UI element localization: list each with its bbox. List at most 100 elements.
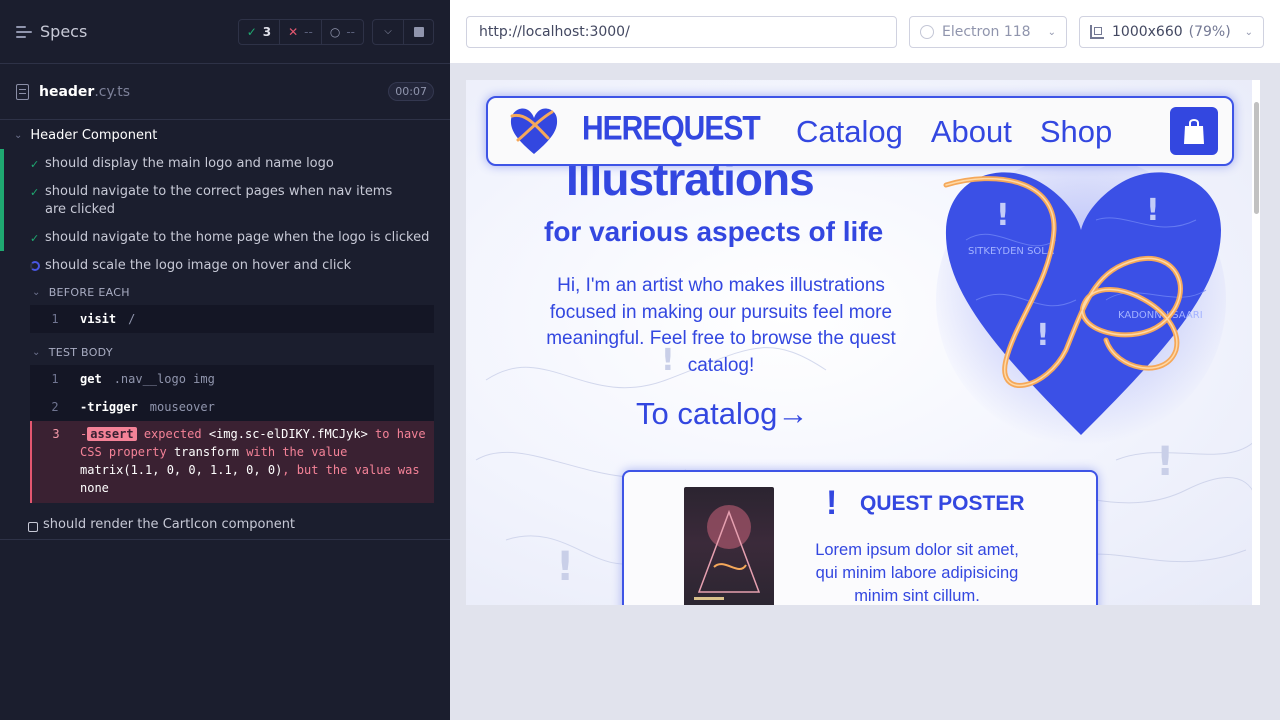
square-icon: [28, 521, 38, 532]
preview-toolbar: http://localhost:3000/ Electron 118 ⌄ 10…: [450, 0, 1280, 64]
nav-shop[interactable]: Shop: [1040, 114, 1112, 150]
specs-title[interactable]: Specs: [40, 22, 238, 41]
brand-name-logo[interactable]: HEREQUEST: [582, 109, 761, 148]
command-arg: mouseover: [149, 400, 215, 414]
scrollbar-thumb[interactable]: [1254, 102, 1259, 214]
viewport-zoom: (79%): [1188, 24, 1231, 40]
reporter-header: Specs ✓ 3 ✕ -- ○ -- ⌵: [0, 0, 450, 64]
command-line-number: 1: [51, 312, 59, 326]
x-icon: ✕: [288, 24, 299, 39]
test-item[interactable]: ✓ should display the main logo and name …: [0, 149, 450, 177]
hero-description: Hi, I'm an artist who makes illustration…: [546, 275, 896, 376]
failed-assertion-row[interactable]: 3 - assert expected <img.sc-elDIKY.fMCJyk…: [30, 421, 434, 503]
viewport-size: 1000x660: [1112, 24, 1183, 40]
passed-stat: ✓ 3: [239, 20, 279, 44]
suite-header[interactable]: ⌄ Header Component: [0, 121, 450, 149]
nav-about[interactable]: About: [931, 114, 1012, 150]
quest-poster-image[interactable]: [684, 487, 774, 605]
test-item[interactable]: ✓ should navigate to the home page when …: [0, 223, 450, 251]
test-item-running[interactable]: should scale the logo image on hover and…: [0, 251, 450, 279]
chevron-down-icon: ⌄: [32, 346, 41, 358]
exclamation-icon: !: [826, 484, 838, 522]
spec-file-ext: .cy.ts: [94, 83, 131, 100]
check-icon: ✓: [30, 186, 40, 199]
chevron-down-icon: ⌄: [14, 129, 23, 141]
command-row[interactable]: 1 visit /: [30, 305, 434, 333]
chevron-down-icon: ⌵: [384, 26, 392, 37]
quest-card[interactable]: ! QUEST POSTER Lorem ipsum dolor sit ame…: [622, 470, 1098, 605]
shopping-bag-icon: [1184, 119, 1204, 144]
cart-button[interactable]: [1170, 107, 1218, 155]
card-title: QUEST POSTER: [860, 492, 1025, 515]
command-name: get: [80, 372, 102, 386]
command-row[interactable]: 1 get .nav__logo img: [30, 365, 434, 393]
command-line-number: 3: [52, 427, 60, 441]
spec-file-name: header: [39, 83, 95, 100]
test-body-label: TEST BODY: [48, 345, 113, 359]
test-title: should render the CartIcon component: [43, 517, 296, 532]
passed-count: 3: [262, 24, 272, 39]
pending-stat: ○ --: [320, 19, 363, 44]
assertion-error-text: - assert expected <img.sc-elDIKY.fMCJyk> …: [80, 427, 426, 495]
chevron-down-icon: ⌄: [1244, 26, 1253, 38]
check-icon: ✓: [30, 232, 40, 245]
test-title: should navigate to the home page when th…: [45, 230, 430, 245]
card-description: Lorem ipsum dolor sit amet, qui minim la…: [815, 541, 1019, 605]
command-arg: .nav__logo img: [113, 372, 215, 386]
command-row[interactable]: 2 -trigger mouseover: [30, 393, 434, 421]
failed-count: --: [304, 24, 313, 39]
app-preview[interactable]: ! ! ! SITKEYDEN SOLA KADONNU SAARI ! ! !…: [466, 80, 1260, 605]
command-line-number: 2: [51, 400, 59, 414]
to-catalog-link[interactable]: To catalog→: [636, 396, 808, 432]
nav-catalog[interactable]: Catalog: [796, 114, 903, 150]
document-icon: [16, 83, 29, 100]
test-item[interactable]: ✓ should navigate to the correct pages w…: [0, 177, 450, 223]
failed-stat: ✕ --: [279, 19, 321, 44]
run-duration: 00:07: [388, 82, 434, 101]
scrollbar[interactable]: [1252, 80, 1260, 605]
before-each-label: BEFORE EACH: [48, 285, 130, 299]
stop-button[interactable]: [403, 19, 433, 44]
browser-label: Electron 118: [942, 24, 1031, 40]
svg-text:!: !: [1146, 193, 1160, 228]
logo-heart-image[interactable]: [508, 104, 560, 158]
assert-badge: assert: [87, 427, 137, 441]
viewport-icon: [1090, 25, 1104, 39]
browser-selector[interactable]: Electron 118 ⌄: [909, 16, 1067, 48]
url-text: http://localhost:3000/: [479, 24, 630, 40]
chevron-down-button[interactable]: ⌵: [373, 20, 403, 44]
svg-text:!: !: [1036, 318, 1050, 353]
pending-count: --: [346, 24, 355, 39]
reporter-panel: Specs ✓ 3 ✕ -- ○ -- ⌵ header .cy.ts 00:0…: [0, 0, 450, 720]
test-title: should scale the logo image on hover and…: [45, 258, 352, 273]
run-controls: ⌵: [372, 18, 434, 45]
test-title: should navigate to the correct pages whe…: [45, 184, 393, 217]
spinner-icon: [30, 261, 40, 271]
test-body-header[interactable]: ⌄ TEST BODY: [0, 339, 450, 365]
check-icon: ✓: [246, 24, 257, 39]
stop-icon: [413, 26, 424, 37]
spec-file-row[interactable]: header .cy.ts 00:07: [0, 64, 450, 120]
viewport-selector[interactable]: 1000x660 (79%) ⌄: [1079, 16, 1264, 48]
site-header: HEREQUEST Catalog About Shop: [486, 96, 1234, 166]
cta-label: To catalog: [636, 396, 778, 431]
svg-text:!: !: [996, 198, 1010, 233]
hero-subtitle: for various aspects of life: [544, 216, 884, 247]
arrow-right-icon: →: [777, 396, 809, 431]
command-name: visit: [80, 312, 117, 326]
command-line-number: 1: [51, 372, 59, 386]
command-arg: /: [128, 312, 136, 326]
hero-heart-illustration: SITKEYDEN SOLA KADONNU SAARI ! ! !: [936, 155, 1226, 445]
main-nav: Catalog About Shop: [796, 114, 1112, 150]
pending-circle-icon: ○: [329, 24, 341, 39]
command-name: -trigger: [80, 400, 138, 414]
electron-icon: [920, 25, 934, 39]
chevron-down-icon: ⌄: [32, 286, 41, 298]
svg-text:!: !: [556, 544, 574, 590]
url-bar[interactable]: http://localhost:3000/: [466, 16, 897, 48]
test-item-pending[interactable]: should render the CartIcon component: [0, 510, 450, 540]
specs-list-icon[interactable]: [16, 25, 32, 39]
before-each-header[interactable]: ⌄ BEFORE EACH: [0, 279, 450, 305]
heart-map-label: SITKEYDEN SOLA: [968, 246, 1054, 257]
test-title: should display the main logo and name lo…: [45, 156, 334, 171]
